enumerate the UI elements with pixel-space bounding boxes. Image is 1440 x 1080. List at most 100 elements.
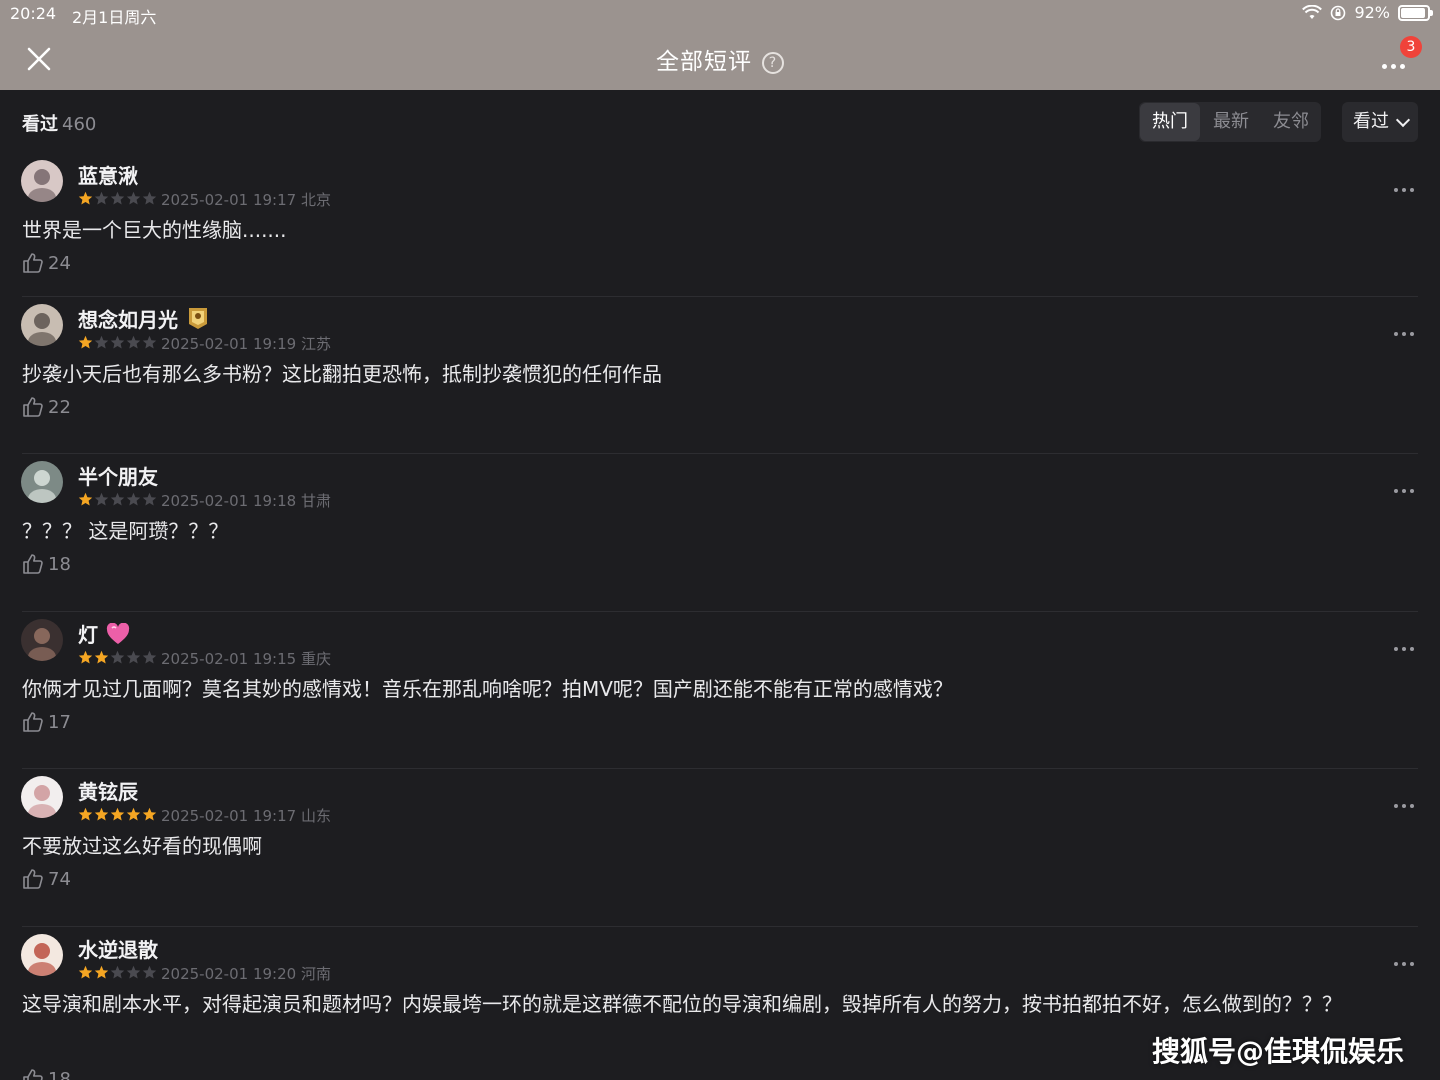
star-icon bbox=[78, 807, 93, 821]
username[interactable]: 想念如月光 bbox=[78, 304, 210, 333]
like-button[interactable]: 18 bbox=[22, 553, 71, 575]
username-text: 想念如月光 bbox=[78, 308, 178, 332]
username-text: 黄铉辰 bbox=[78, 780, 138, 804]
star-icon bbox=[94, 965, 109, 979]
more-dot-icon bbox=[1402, 188, 1406, 192]
star-icon bbox=[94, 191, 109, 205]
rating-stars bbox=[78, 335, 157, 350]
comment-more-button[interactable] bbox=[1394, 793, 1418, 808]
more-dot-icon bbox=[1382, 64, 1387, 69]
more-dot-icon bbox=[1410, 647, 1414, 651]
like-count: 74 bbox=[48, 868, 71, 890]
avatar[interactable] bbox=[21, 461, 63, 503]
comment-text: ？？？ 这是阿瓒？？？ bbox=[22, 519, 229, 543]
thumbs-up-icon bbox=[23, 397, 43, 417]
username[interactable]: 灯 bbox=[78, 619, 130, 648]
rating-stars bbox=[78, 191, 157, 206]
help-icon[interactable]: ? bbox=[762, 52, 784, 74]
comment-item: 想念如月光 2025-02-01 19:19 江苏 抄袭小天后也有那么多书粉？这比… bbox=[0, 296, 1440, 453]
page-title: 全部短评? bbox=[0, 42, 1440, 76]
like-button[interactable]: 24 bbox=[22, 252, 71, 274]
more-dot-icon bbox=[1410, 188, 1414, 192]
comment-time: 2025-02-01 19:15 bbox=[161, 650, 297, 668]
comment-location: 江苏 bbox=[300, 335, 331, 353]
comment-location: 北京 bbox=[300, 191, 331, 209]
comment-divider bbox=[22, 768, 1418, 769]
comment-meta: 2025-02-01 19:18 甘肃 bbox=[161, 490, 331, 511]
comment-item: 半个朋友 2025-02-01 19:18 甘肃 ？？？ 这是阿瓒？？？ 18 bbox=[0, 453, 1440, 611]
more-dot-icon bbox=[1410, 962, 1414, 966]
comment-location: 河南 bbox=[300, 965, 331, 983]
more-dot-icon bbox=[1402, 962, 1406, 966]
more-dot-icon bbox=[1402, 647, 1406, 651]
rating-stars bbox=[78, 965, 157, 980]
watched-count: 看过 460 bbox=[22, 110, 96, 136]
comment-more-button[interactable] bbox=[1394, 951, 1418, 966]
comment-more-button[interactable] bbox=[1394, 478, 1418, 493]
header: 全部短评? 3 bbox=[0, 28, 1440, 90]
thumbs-up-icon bbox=[23, 869, 43, 889]
more-dot-icon bbox=[1394, 804, 1398, 808]
star-icon bbox=[126, 492, 141, 506]
tab-hot[interactable]: 热门 bbox=[1140, 103, 1200, 141]
avatar-image bbox=[28, 313, 56, 346]
page-title-text: 全部短评 bbox=[656, 49, 752, 75]
battery-percent: 92% bbox=[1354, 3, 1390, 22]
username-text: 半个朋友 bbox=[78, 465, 158, 489]
filter-label: 看过 bbox=[1353, 111, 1389, 132]
wifi-icon bbox=[1302, 4, 1323, 19]
tab-friends[interactable]: 友邻 bbox=[1261, 103, 1321, 141]
more-dot-icon bbox=[1410, 804, 1414, 808]
status-date: 2月1日周六 bbox=[72, 8, 157, 27]
tab-latest[interactable]: 最新 bbox=[1201, 103, 1261, 141]
star-icon bbox=[142, 191, 157, 205]
like-button[interactable]: 17 bbox=[22, 711, 71, 733]
comment-item: 黄铉辰 2025-02-01 19:17 山东 不要放过这么好看的现偶啊 74 bbox=[0, 768, 1440, 926]
thumbs-up-icon bbox=[23, 554, 43, 574]
like-count: 18 bbox=[48, 553, 71, 575]
username[interactable]: 蓝意湫 bbox=[78, 160, 138, 189]
comment-more-button[interactable] bbox=[1394, 636, 1418, 651]
avatar[interactable] bbox=[21, 776, 63, 818]
watched-number: 460 bbox=[62, 114, 97, 135]
star-icon bbox=[126, 965, 141, 979]
star-icon bbox=[94, 807, 109, 821]
avatar[interactable] bbox=[21, 934, 63, 976]
like-count: 18 bbox=[48, 1068, 71, 1080]
comment-more-button[interactable] bbox=[1394, 177, 1418, 192]
like-button[interactable]: 18 bbox=[22, 1068, 71, 1080]
more-dot-icon bbox=[1394, 489, 1398, 493]
comment-more-button[interactable] bbox=[1394, 321, 1418, 336]
comment-text: 世界是一个巨大的性缘脑....... bbox=[22, 218, 287, 242]
avatar[interactable] bbox=[21, 619, 63, 661]
username[interactable]: 水逆退散 bbox=[78, 934, 158, 963]
username-text: 蓝意湫 bbox=[78, 164, 138, 188]
comment-location: 甘肃 bbox=[300, 492, 331, 510]
star-icon bbox=[110, 191, 125, 205]
username[interactable]: 黄铉辰 bbox=[78, 776, 138, 805]
comment-meta: 2025-02-01 19:15 重庆 bbox=[161, 648, 331, 669]
star-icon bbox=[78, 335, 93, 349]
username[interactable]: 半个朋友 bbox=[78, 461, 158, 490]
thumbs-up-icon bbox=[23, 712, 43, 732]
chevron-down-icon bbox=[1395, 112, 1411, 128]
avatar[interactable] bbox=[21, 304, 63, 346]
watched-filter-dropdown[interactable]: 看过 bbox=[1342, 102, 1418, 142]
comment-time: 2025-02-01 19:20 bbox=[161, 965, 297, 983]
comment-location: 重庆 bbox=[300, 650, 331, 668]
comment-time: 2025-02-01 19:19 bbox=[161, 335, 297, 353]
notification-badge: 3 bbox=[1400, 36, 1422, 58]
sort-tabs: 热门 最新 友邻 bbox=[1139, 102, 1321, 142]
thumbs-up-icon bbox=[23, 253, 43, 273]
more-dot-icon bbox=[1391, 64, 1396, 69]
comment-time: 2025-02-01 19:18 bbox=[161, 492, 297, 510]
star-icon bbox=[78, 965, 93, 979]
avatar-image bbox=[28, 169, 56, 202]
more-dot-icon bbox=[1400, 64, 1405, 69]
like-button[interactable]: 22 bbox=[22, 396, 71, 418]
like-button[interactable]: 74 bbox=[22, 868, 71, 890]
like-count: 22 bbox=[48, 396, 71, 418]
avatar[interactable] bbox=[21, 160, 63, 202]
more-dot-icon bbox=[1394, 332, 1398, 336]
comment-text: 你俩才见过几面啊？莫名其妙的感情戏！音乐在那乱响啥呢？拍MV呢？国产剧还能不能有… bbox=[22, 677, 953, 701]
